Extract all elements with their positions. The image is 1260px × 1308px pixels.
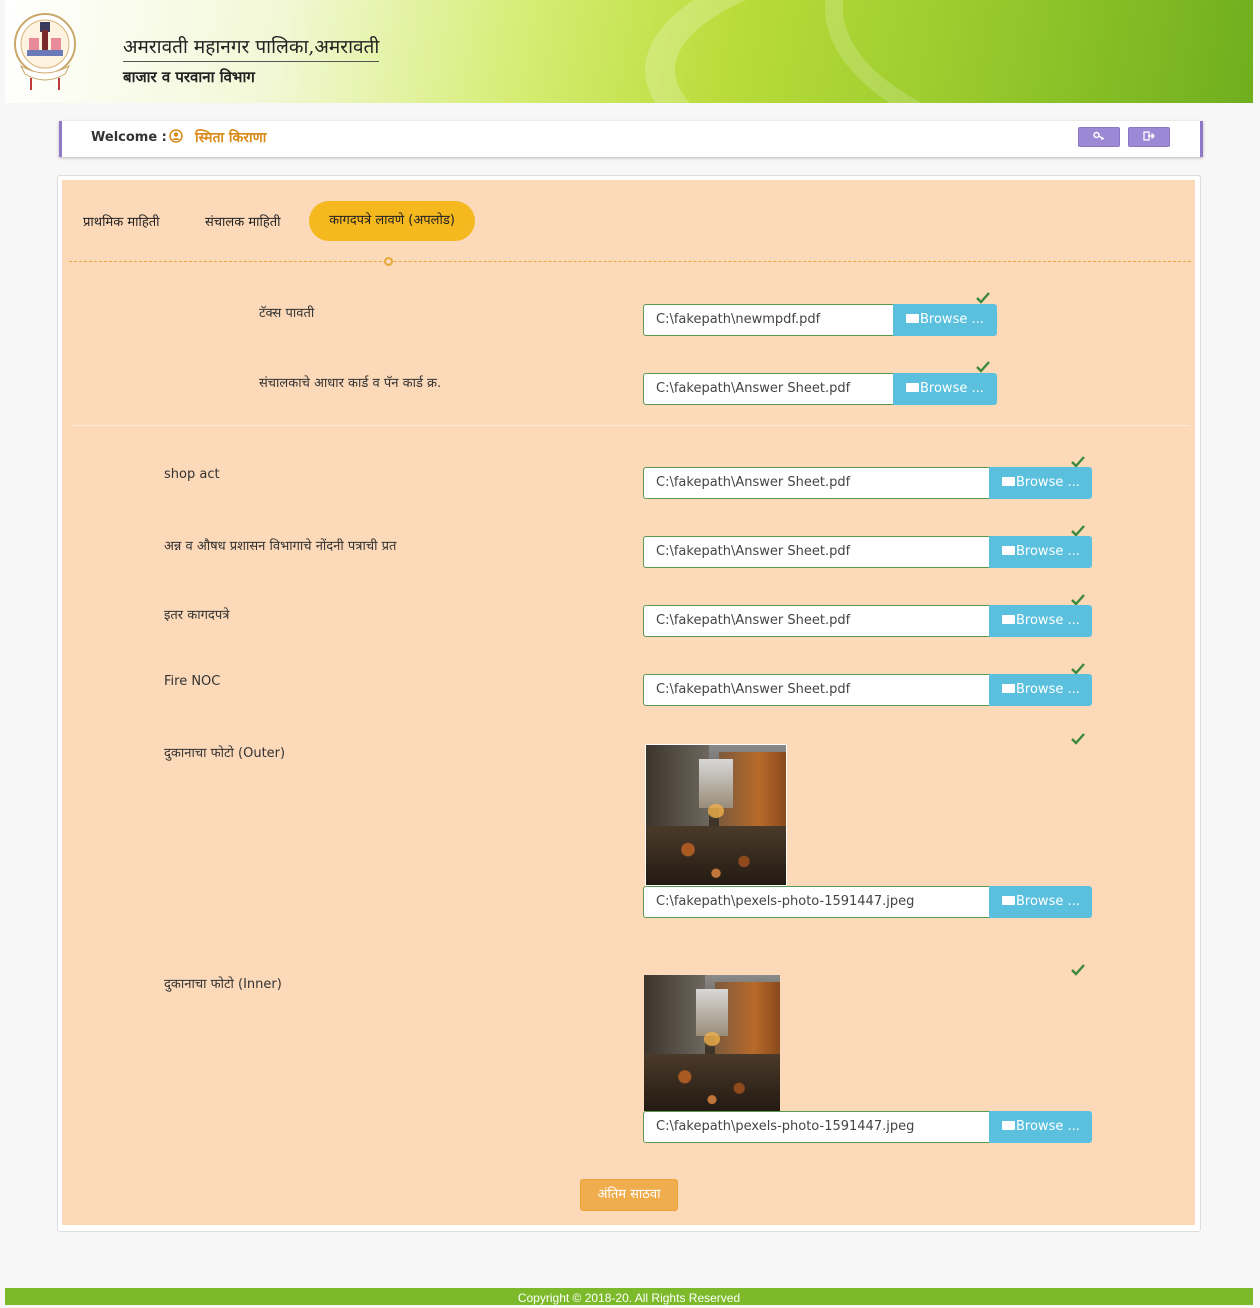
- footer-copyright: Copyright © 2018-20. All Rights Reserved: [5, 1288, 1253, 1305]
- folder-icon: [1002, 477, 1015, 486]
- file-field-fire-noc[interactable]: C:\fakepath\Answer Sheet.pdf: [643, 674, 990, 706]
- key-button[interactable]: [1078, 127, 1120, 147]
- page-header: अमरावती महानगर पालिका,अमरावती बाजार व पर…: [5, 0, 1253, 103]
- browse-button-other-documents[interactable]: Browse ...: [989, 605, 1092, 637]
- dept-title: बाजार व परवाना विभाग: [123, 68, 255, 86]
- shop-photo-inner-preview: [644, 975, 780, 1111]
- folder-icon: [906, 383, 919, 392]
- browse-button-fire-noc[interactable]: Browse ...: [989, 674, 1092, 706]
- tab-director-info[interactable]: संचालक माहिती: [205, 212, 281, 230]
- user-icon: [169, 129, 183, 143]
- shop-photo-outer-preview: [645, 744, 787, 886]
- final-save-button[interactable]: अंतिम साठवा: [580, 1179, 678, 1211]
- file-field-fda-registration[interactable]: C:\fakepath\Answer Sheet.pdf: [643, 536, 990, 568]
- tab-documents-upload[interactable]: कागदपत्रे लावणे (अपलोड): [309, 201, 475, 241]
- browse-button-fda-registration[interactable]: Browse ...: [989, 536, 1092, 568]
- file-field-tax-receipt[interactable]: C:\fakepath\newmpdf.pdf: [643, 304, 894, 336]
- logout-icon: [1143, 131, 1155, 141]
- check-icon: [976, 292, 990, 304]
- file-field-shop-photo-inner[interactable]: C:\fakepath\pexels-photo-1591447.jpeg: [643, 1111, 990, 1143]
- welcome-label: Welcome :: [91, 130, 167, 145]
- file-field-shop-photo-outer[interactable]: C:\fakepath\pexels-photo-1591447.jpeg: [643, 886, 990, 918]
- browse-button-shop-photo-inner[interactable]: Browse ...: [989, 1111, 1092, 1143]
- doc-label-shop-photo-outer: दुकानाचा फोटो (Outer): [164, 746, 286, 761]
- browse-label: Browse ...: [920, 381, 984, 396]
- section-divider: [72, 425, 1190, 426]
- org-title: अमरावती महानगर पालिका,अमरावती: [123, 33, 380, 62]
- browse-label: Browse ...: [1016, 894, 1080, 909]
- doc-label-fire-noc: Fire NOC: [164, 674, 221, 689]
- tab-basic-info[interactable]: प्राथमिक माहिती: [83, 212, 160, 230]
- browse-button-shop-photo-outer[interactable]: Browse ...: [989, 886, 1092, 918]
- doc-label-other-documents: इतर कागदपत्रे: [164, 608, 230, 623]
- municipal-logo-icon: [14, 13, 76, 90]
- user-name: स्मिता किराणा: [195, 130, 267, 146]
- folder-icon: [1002, 896, 1015, 905]
- doc-label-shop-photo-inner: दुकानाचा फोटो (Inner): [164, 977, 282, 992]
- key-icon: [1093, 131, 1105, 141]
- welcome-bar: Welcome : स्मिता किराणा: [59, 121, 1203, 157]
- file-field-other-documents[interactable]: C:\fakepath\Answer Sheet.pdf: [643, 605, 990, 637]
- browse-label: Browse ...: [1016, 682, 1080, 697]
- browse-label: Browse ...: [1016, 1119, 1080, 1134]
- active-tab-indicator: [384, 257, 393, 266]
- browse-label: Browse ...: [920, 312, 984, 327]
- folder-icon: [1002, 546, 1015, 555]
- browse-button-shop-act[interactable]: Browse ...: [989, 467, 1092, 499]
- tab-divider: [69, 261, 1191, 262]
- check-icon: [1071, 733, 1085, 745]
- file-field-shop-act[interactable]: C:\fakepath\Answer Sheet.pdf: [643, 467, 990, 499]
- folder-icon: [1002, 684, 1015, 693]
- browse-button-aadhar-pan[interactable]: Browse ...: [893, 373, 997, 405]
- doc-label-fda-registration: अन्न व औषध प्रशासन विभागाचे नोंदनी पत्रा…: [164, 539, 397, 554]
- doc-label-tax-receipt: टॅक्स पावती: [259, 306, 315, 321]
- folder-icon: [906, 314, 919, 323]
- browse-label: Browse ...: [1016, 475, 1080, 490]
- logout-button[interactable]: [1128, 127, 1170, 147]
- check-icon: [976, 361, 990, 373]
- browse-button-tax-receipt[interactable]: Browse ...: [893, 304, 997, 336]
- folder-icon: [1002, 1121, 1015, 1130]
- browse-label: Browse ...: [1016, 544, 1080, 559]
- file-field-aadhar-pan[interactable]: C:\fakepath\Answer Sheet.pdf: [643, 373, 894, 405]
- folder-icon: [1002, 615, 1015, 624]
- doc-label-shop-act: shop act: [164, 467, 220, 482]
- browse-label: Browse ...: [1016, 613, 1080, 628]
- doc-label-aadhar-pan: संचालकाचे आधार कार्ड व पॅन कार्ड क्र.: [259, 376, 442, 391]
- check-icon: [1071, 964, 1085, 976]
- header-swirl-decoration: [825, 0, 1253, 103]
